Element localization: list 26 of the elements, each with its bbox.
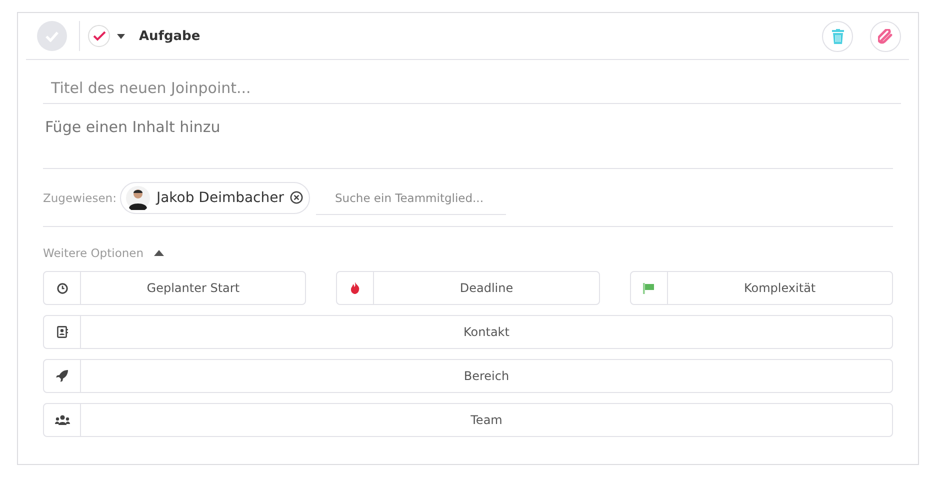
remove-icon[interactable] bbox=[290, 191, 303, 204]
type-selector[interactable] bbox=[88, 25, 125, 47]
paperclip-icon bbox=[878, 28, 893, 44]
trash-icon bbox=[832, 28, 844, 44]
assigned-label: Zugewiesen: bbox=[43, 190, 116, 204]
option-button[interactable]: Geplanter Start bbox=[43, 271, 306, 305]
option-button[interactable]: Kontakt bbox=[43, 315, 893, 349]
clock-icon bbox=[56, 282, 68, 294]
option-button[interactable]: Komplexität bbox=[630, 271, 893, 305]
option-button[interactable]: Team bbox=[43, 403, 893, 437]
contact-card-icon bbox=[56, 326, 68, 338]
member-name: Jakob Deimbacher bbox=[156, 190, 284, 206]
option-button[interactable]: Bereich bbox=[43, 359, 893, 393]
attach-button[interactable] bbox=[870, 20, 901, 52]
caret-icon bbox=[154, 250, 164, 256]
fire-icon bbox=[350, 282, 360, 294]
check-icon bbox=[45, 30, 59, 42]
option-button[interactable]: Deadline bbox=[336, 271, 600, 305]
delete-button[interactable] bbox=[822, 20, 853, 52]
team-icon bbox=[54, 414, 70, 426]
type-label: Aufgabe bbox=[139, 28, 200, 44]
check-icon bbox=[92, 31, 106, 41]
rocket-icon bbox=[56, 370, 68, 382]
caret-icon bbox=[117, 34, 125, 38]
avatar bbox=[126, 186, 150, 210]
flag-icon bbox=[643, 282, 654, 294]
